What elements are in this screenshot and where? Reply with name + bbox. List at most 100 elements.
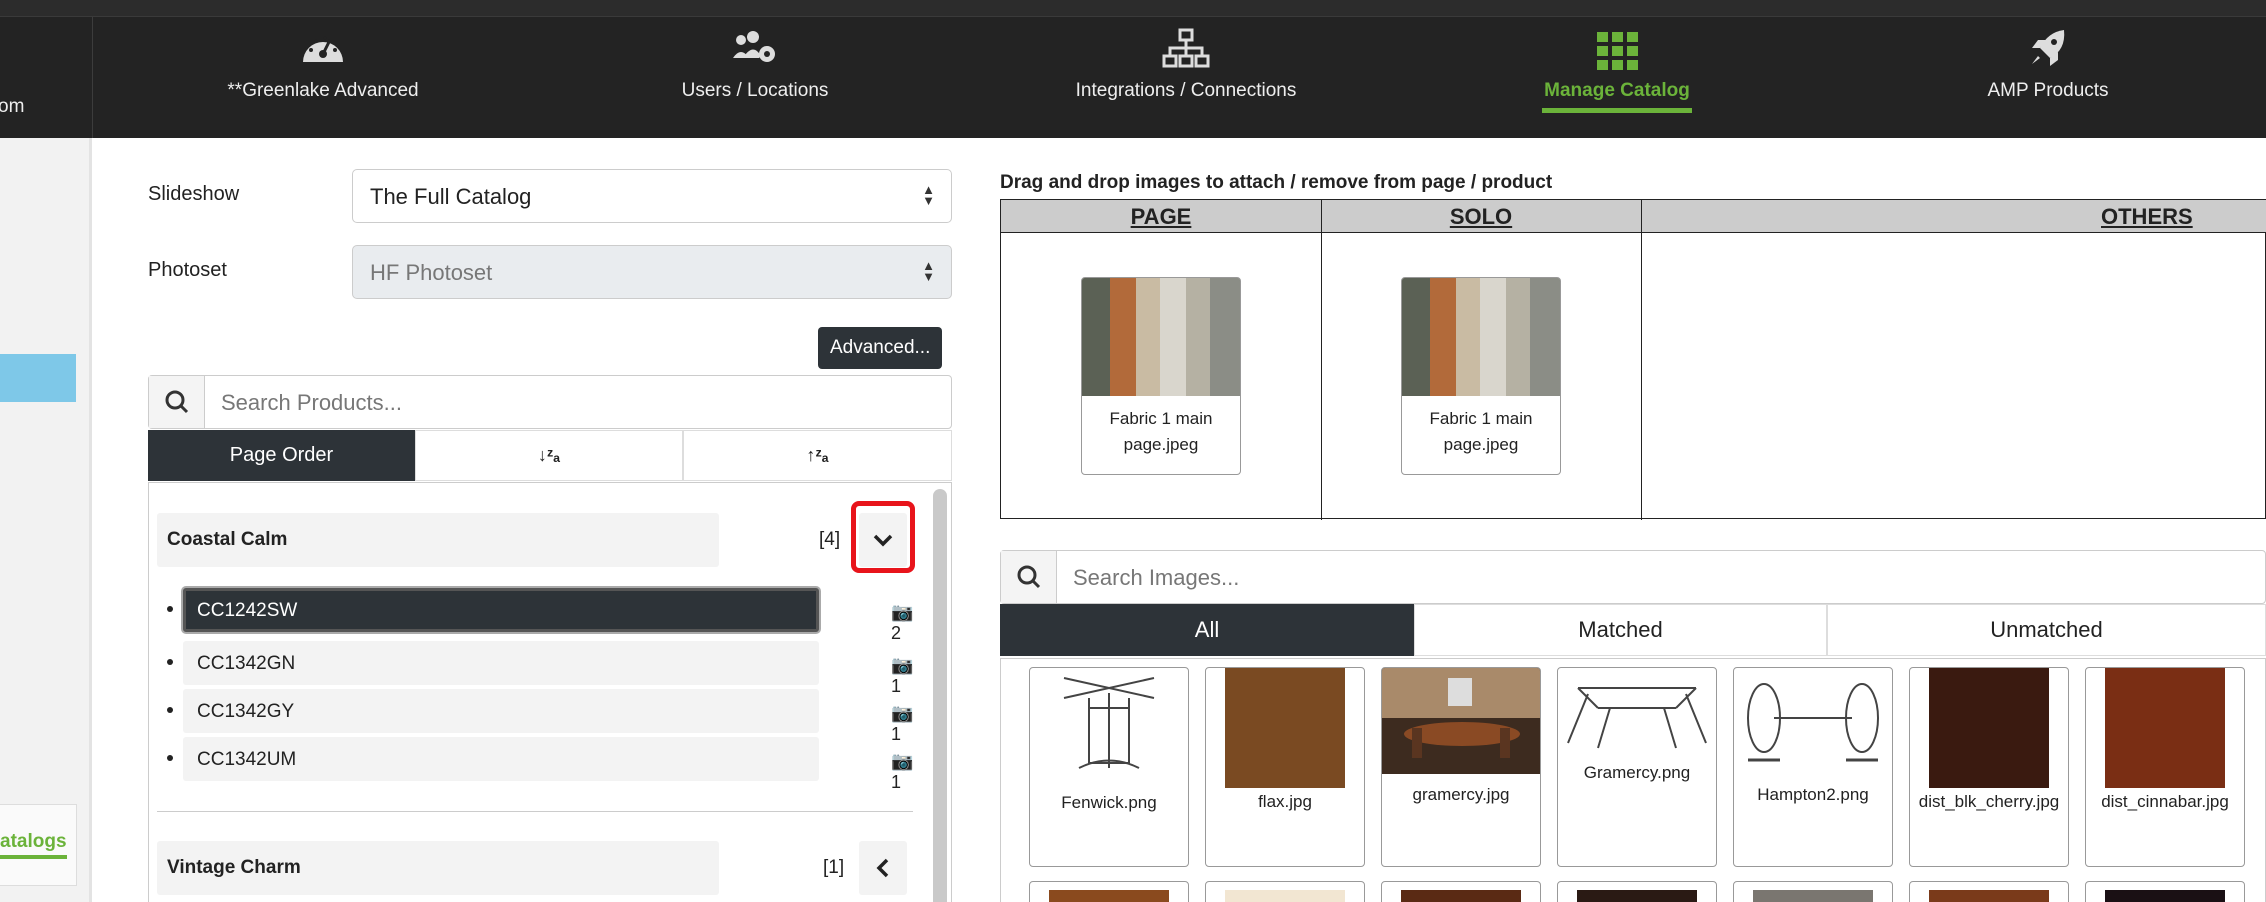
nav-item-users-locations[interactable]: Users / Locations <box>660 28 850 102</box>
image-filename: flax.jpg <box>1258 792 1312 811</box>
thumbnail-caption: Fabric 1 main page.jpeg <box>1109 409 1213 454</box>
product-row[interactable]: CC1242SW 📷 2 <box>167 588 913 643</box>
product-row[interactable]: CC1342UM 📷 1 <box>167 737 913 792</box>
slideshow-select[interactable]: The Full Catalog ▲ ▼ <box>352 169 952 223</box>
users-gear-icon <box>733 31 775 62</box>
list-bullet <box>167 707 173 713</box>
table-frame-image <box>1567 687 1707 749</box>
nav-item-integrations[interactable]: Integrations / Connections <box>1070 28 1302 102</box>
column-solo: SOLO <box>1321 200 1641 233</box>
image-card[interactable] <box>1381 881 1541 902</box>
left-sidebar: atalogs <box>0 138 92 902</box>
wood-swatch-image <box>1225 668 1345 788</box>
camera-icon: 📷 <box>891 602 914 622</box>
image-card[interactable] <box>1909 881 2069 902</box>
product-row[interactable]: CC1342GY 📷 1 <box>167 689 913 744</box>
image-card[interactable] <box>1557 881 1717 902</box>
group-count: [1] <box>823 857 845 878</box>
nav-label-partial: om <box>0 96 25 117</box>
search-icon <box>149 376 205 428</box>
column-page: PAGE <box>1001 200 1321 233</box>
grid-icon <box>1597 32 1638 70</box>
sidebar-catalogs-tab[interactable]: atalogs <box>0 804 77 886</box>
image-filename: dist_cinnabar.jpg <box>2101 792 2229 811</box>
sidebar-selected-item[interactable] <box>0 354 76 402</box>
nav-item-greenlake-advanced[interactable]: **Greenlake Advanced <box>213 28 433 102</box>
thumbnail-caption: Fabric 1 main page.jpeg <box>1429 409 1533 454</box>
image-count: 📷 1 <box>891 703 913 745</box>
column-divider <box>1641 200 1642 520</box>
camera-icon: 📷 <box>891 655 914 675</box>
solo-image-thumbnail[interactable]: Fabric 1 main page.jpeg <box>1401 277 1561 475</box>
group-header-coastal-calm[interactable]: Coastal Calm <box>157 513 719 567</box>
image-card[interactable]: Gramercy.png <box>1557 667 1717 867</box>
tab-matched[interactable]: Matched <box>1414 604 1827 656</box>
image-card[interactable]: dist_cinnabar.jpg <box>2085 667 2245 867</box>
tab-sort-az[interactable]: ↓ᶻₐ <box>415 430 683 481</box>
product-code[interactable]: CC1342GN <box>183 641 819 685</box>
fabric-image <box>1402 278 1560 396</box>
product-code[interactable]: CC1342GY <box>183 689 819 733</box>
highlight-box <box>851 501 915 573</box>
photoset-select[interactable]: HF Photoset ▲ ▼ <box>352 245 952 299</box>
nav-label: Manage Catalog <box>1544 80 1690 101</box>
image-filename: Gramercy.png <box>1583 763 1691 782</box>
product-search[interactable]: Search Products... <box>148 375 952 429</box>
nav-item-partial[interactable]: om <box>0 96 24 118</box>
product-group-list: Coastal Calm [4] CC1242SW 📷 2 CC1342GN 📷… <box>148 482 952 902</box>
fabric-image <box>1082 278 1240 396</box>
pedestal-base-image <box>1747 683 1879 762</box>
list-bullet <box>167 606 173 612</box>
camera-icon: 📷 <box>891 703 914 723</box>
select-arrows-icon: ▲ ▼ <box>922 258 935 284</box>
page-image-thumbnail[interactable]: Fabric 1 main page.jpeg <box>1081 277 1241 475</box>
slideshow-label: Slideshow <box>148 183 240 205</box>
nav-label: Integrations / Connections <box>1075 80 1297 101</box>
top-strip <box>0 0 2266 17</box>
advanced-button[interactable]: Advanced... <box>818 327 943 369</box>
sort-tabs: Page Order ↓ᶻₐ ↑ᶻₐ <box>148 430 952 481</box>
chevron-left-icon <box>876 858 889 878</box>
nav-label: Users / Locations <box>681 80 829 101</box>
search-icon <box>1001 551 1057 603</box>
table-base-image <box>1063 677 1155 769</box>
group-header-vintage-charm[interactable]: Vintage Charm <box>157 841 719 895</box>
image-filename: gramercy.jpg <box>1412 785 1510 804</box>
image-count: 📷 2 <box>891 602 913 644</box>
column-divider <box>1321 200 1322 520</box>
product-code[interactable]: CC1342UM <box>183 737 819 781</box>
tab-all[interactable]: All <box>1000 604 1414 656</box>
scrollbar[interactable] <box>933 489 947 902</box>
dining-room-image <box>1382 668 1540 774</box>
group-count: [4] <box>819 529 841 550</box>
image-count-value: 2 <box>891 623 902 643</box>
nav-item-amp-products[interactable]: AMP Products <box>1980 28 2116 102</box>
product-row[interactable]: CC1342GN 📷 1 <box>167 641 913 696</box>
page-solo-others-table: PAGE SOLO OTHERS Fabric 1 main page.jpeg… <box>1000 199 2266 520</box>
nav-label: AMP Products <box>1987 80 2109 101</box>
product-code[interactable]: CC1242SW <box>183 588 819 632</box>
tab-unmatched[interactable]: Unmatched <box>1827 604 2266 656</box>
dashboard-icon <box>303 36 343 62</box>
image-card[interactable] <box>2085 881 2245 902</box>
image-card[interactable]: flax.jpg <box>1205 667 1365 867</box>
group-toggle-button[interactable] <box>859 841 907 895</box>
image-count: 📷 1 <box>891 655 913 697</box>
tab-page-order[interactable]: Page Order <box>148 430 415 481</box>
top-navbar: om **Greenlake Advanced Users / Location… <box>0 0 2266 138</box>
image-card[interactable]: gramercy.jpg <box>1381 667 1541 867</box>
image-card[interactable]: Fenwick.png <box>1029 667 1189 867</box>
product-search-placeholder: Search Products... <box>221 390 402 415</box>
group-divider <box>157 811 913 812</box>
image-card[interactable] <box>1205 881 1365 902</box>
image-search[interactable]: Search Images... <box>1000 550 2266 604</box>
image-card[interactable] <box>1029 881 1189 902</box>
image-card[interactable]: Hampton2.png <box>1733 667 1893 867</box>
image-card[interactable] <box>1733 881 1893 902</box>
wood-swatch-image <box>2105 668 2225 788</box>
nav-item-manage-catalog[interactable]: Manage Catalog <box>1542 30 1692 113</box>
tab-sort-za[interactable]: ↑ᶻₐ <box>683 430 952 481</box>
image-card[interactable]: dist_blk_cherry.jpg <box>1909 667 2069 867</box>
network-icon <box>1162 28 1210 68</box>
nav-label: **Greenlake Advanced <box>227 80 419 101</box>
